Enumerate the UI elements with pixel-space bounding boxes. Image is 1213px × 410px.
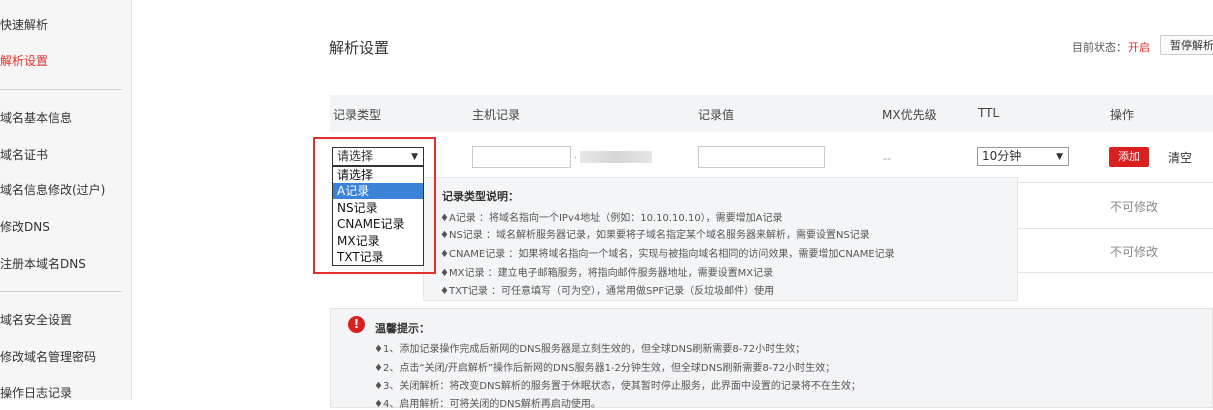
- record-value-input[interactable]: [698, 146, 825, 168]
- sidebar-item-change-password[interactable]: 修改域名管理密码: [0, 348, 96, 365]
- pause-parse-button[interactable]: 暂停解析: [1160, 35, 1213, 55]
- sidebar-item-domain-transfer[interactable]: 域名信息修改(过户): [0, 181, 105, 198]
- sidebar-item-quick-parse[interactable]: 快速解析: [0, 16, 48, 33]
- domain-suffix-redacted: [580, 151, 652, 163]
- ttl-select-value: 10分钟: [982, 149, 1022, 163]
- help-line: ♦MX记录 ：建立电子邮箱服务，将指向邮件服务器地址，需要设置MX记录: [440, 268, 774, 279]
- status-label: 目前状态：: [1072, 41, 1127, 54]
- highlight-annotation-box: [313, 137, 436, 274]
- tip-line: ♦1、添加记录操作完成后新网的DNS服务器是立刻生效的，但全球DNS刷新需要8-…: [374, 344, 806, 355]
- sidebar-item-modify-dns[interactable]: 修改DNS: [0, 218, 50, 235]
- tip-line: ♦4、启用解析：可将关闭的DNS解析再启动使用。: [374, 399, 601, 410]
- row-action-readonly: 不可修改: [1110, 245, 1159, 259]
- column-header-host: 主机记录: [472, 108, 521, 122]
- sidebar-item-parse-settings[interactable]: 解析设置: [0, 52, 48, 69]
- column-header-action: 操作: [1110, 108, 1135, 122]
- sidebar-item-operation-log[interactable]: 操作日志记录: [0, 384, 72, 401]
- sidebar-item-security[interactable]: 域名安全设置: [0, 311, 72, 328]
- host-record-input[interactable]: [472, 146, 571, 168]
- help-line: ♦TXT记录 ：可任意填写（可为空），通常用做SPF记录（反垃圾邮件）使用: [440, 286, 775, 297]
- status-value: 开启: [1128, 41, 1150, 54]
- column-header-ttl: TTL: [978, 106, 1000, 120]
- column-header-mx-priority: MX优先级: [882, 108, 937, 122]
- mx-priority-value: --: [883, 152, 891, 165]
- domain-dot: .: [574, 150, 578, 161]
- tip-line: ♦2、点击“关闭/开启解析”操作后新网的DNS服务器1-2分钟生效，但全球DNS…: [374, 363, 836, 374]
- sidebar-item-domain-info[interactable]: 域名基本信息: [0, 109, 72, 126]
- help-line: ♦NS记录 ：域名解析服务器记录，如果要将子域名指定某个域名服务器来解析，需要设…: [440, 230, 870, 241]
- sidebar-divider: [0, 291, 122, 292]
- warning-icon: !: [348, 316, 365, 333]
- sidebar-item-register-dns[interactable]: 注册本域名DNS: [0, 255, 86, 272]
- sidebar-item-domain-certificate[interactable]: 域名证书: [0, 146, 48, 163]
- sidebar: 快速解析 解析设置 域名基本信息 域名证书 域名信息修改(过户) 修改DNS 注…: [0, 0, 132, 400]
- add-record-button[interactable]: 添加: [1109, 147, 1149, 167]
- ttl-select[interactable]: 10分钟 ▼: [977, 147, 1069, 166]
- clear-link[interactable]: 清空: [1168, 149, 1192, 166]
- column-header-value: 记录值: [698, 108, 735, 122]
- row-action-readonly: 不可修改: [1110, 200, 1159, 214]
- table-header: [330, 95, 1213, 132]
- tips-title: 温馨提示：: [375, 322, 430, 335]
- tips-panel: [330, 308, 1213, 408]
- chevron-down-icon: ▼: [1056, 152, 1063, 162]
- help-line: ♦CNAME记录 ：如果将域名指向一个域名，实现与被指向域名相同的访问效果，需要…: [440, 249, 895, 260]
- tip-line: ♦3、关闭解析：将改变DNS解析的服务置于休眠状态，使其暂时停止服务，此界面中设…: [374, 381, 861, 392]
- help-line: ♦A记录 ：将域名指向一个IPv4地址（例如：10.10.10.10），需要增加…: [440, 213, 783, 224]
- sidebar-divider: [0, 89, 122, 90]
- column-header-record-type: 记录类型: [333, 108, 382, 122]
- help-title: 记录类型说明：: [442, 190, 519, 203]
- page-title: 解析设置: [329, 39, 390, 57]
